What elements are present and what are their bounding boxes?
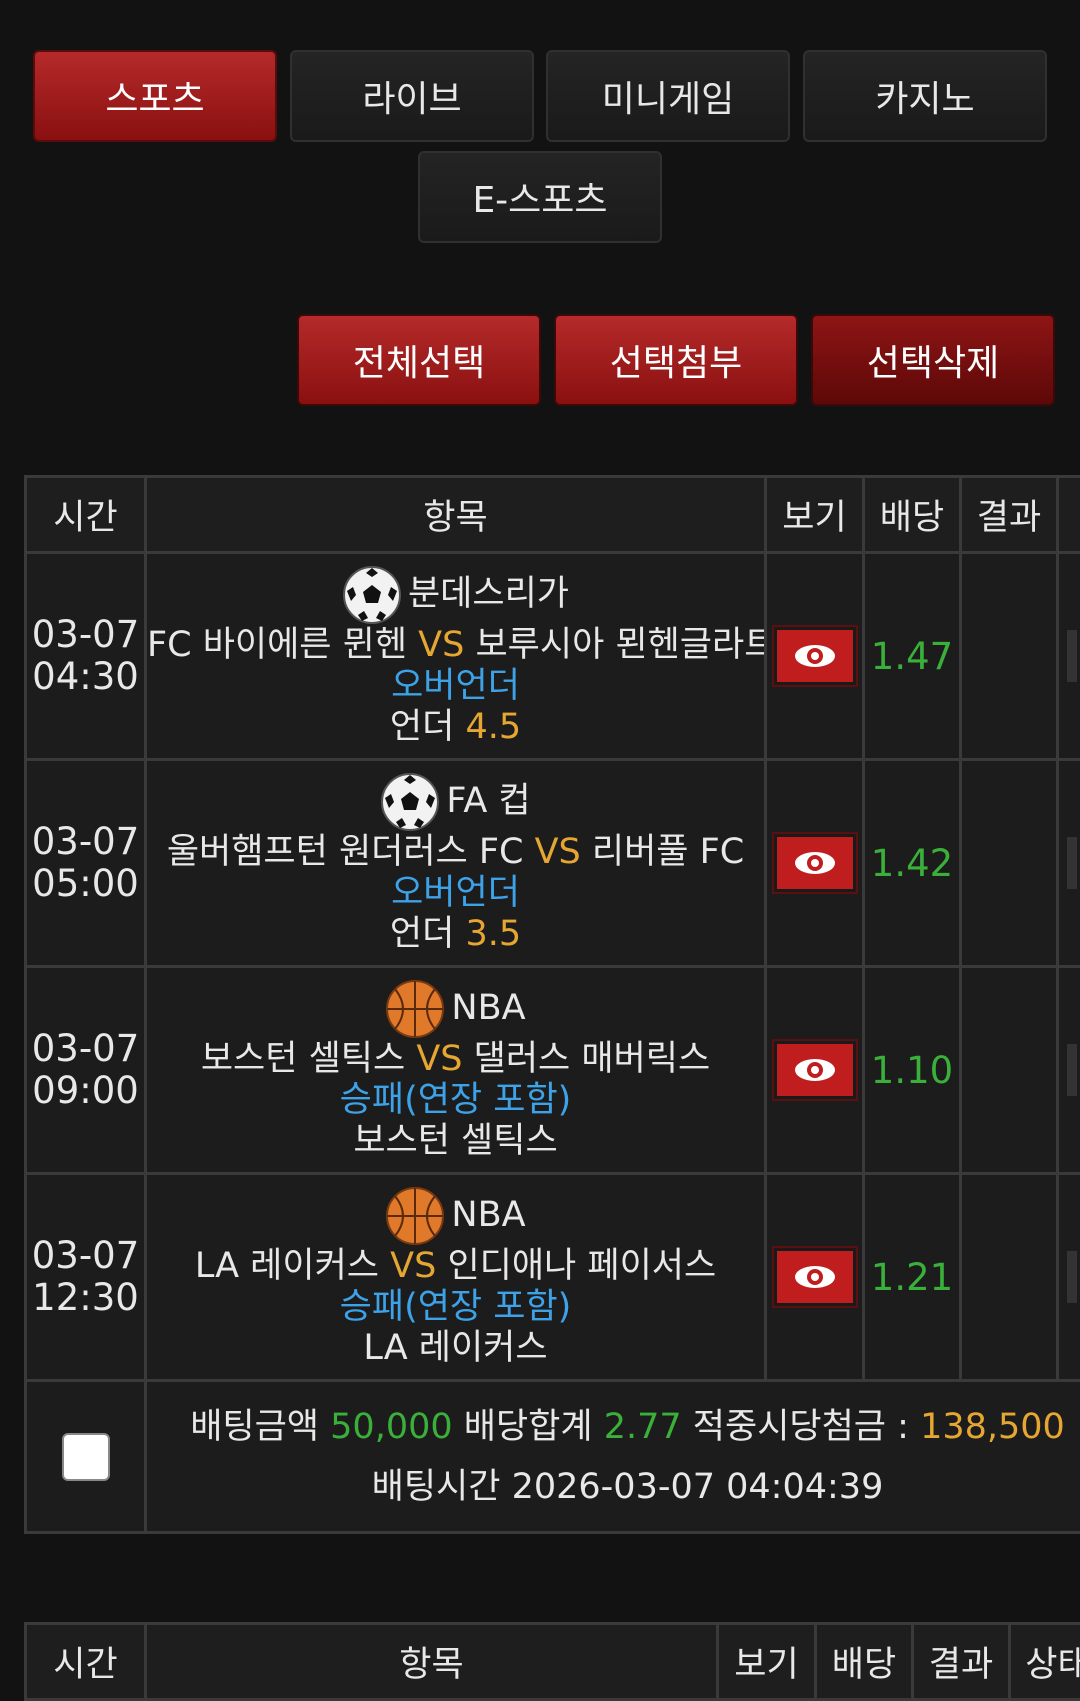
header-item: 항목 — [146, 1624, 718, 1700]
match-date: 03-07 — [27, 1028, 144, 1070]
tab-live[interactable]: 라이브 — [290, 50, 534, 142]
odds-cell: 1.21 — [864, 1174, 961, 1381]
match-teams: LA 레이커스 VS 인디애나 페이서스 — [147, 1246, 764, 1287]
item-cell: NBA LA 레이커스 VS 인디애나 페이서스 승패(연장 포함) LA 레이… — [146, 1174, 766, 1381]
match-time: 05:00 — [27, 863, 144, 905]
view-button[interactable] — [774, 1248, 856, 1306]
result-cell — [961, 967, 1058, 1174]
result-cell — [961, 1174, 1058, 1381]
view-cell — [766, 1174, 864, 1381]
extra-cell — [1058, 967, 1080, 1174]
pick: LA 레이커스 — [147, 1328, 764, 1369]
soccer-ball-icon — [380, 772, 440, 832]
match-time: 12:30 — [27, 1277, 144, 1319]
league-name: NBA — [451, 1195, 525, 1236]
header-result: 결과 — [961, 477, 1058, 553]
header-view: 보기 — [766, 477, 864, 553]
summary-cell: 배팅금액 50,000 배당합계 2.77 적중시당첨금 : 138,500 배… — [146, 1381, 1080, 1533]
tab-casino[interactable]: 카지노 — [803, 50, 1047, 142]
market-type: 오버언더 — [147, 666, 764, 707]
view-button[interactable] — [774, 834, 856, 892]
match-date: 03-07 — [27, 614, 144, 656]
table-row: 03-07 09:00 NBA 보스턴 셀틱스 VS 댈러스 매버릭스 승패(연… — [26, 967, 1080, 1174]
pick: 언더 3.5 — [147, 914, 764, 955]
match-date: 03-07 — [27, 821, 144, 863]
view-cell — [766, 760, 864, 967]
bet-time: 2026-03-07 04:04:39 — [512, 1467, 884, 1507]
match-teams: FC 바이에른 뮌헨 VS 보루시아 묀헨글라트 — [147, 625, 764, 666]
select-all-button[interactable]: 전체선택 — [297, 314, 541, 406]
view-cell — [766, 553, 864, 760]
odds-cell: 1.10 — [864, 967, 961, 1174]
league-name: 분데스리가 — [408, 574, 569, 615]
table-row: 03-07 05:00 FA 컵 울버햄프턴 원더러스 FC VS 리버풀 FC… — [26, 760, 1080, 967]
eye-icon — [793, 849, 837, 877]
table-header-row: 시간 항목 보기 배당 결과 상태 — [26, 1624, 1080, 1700]
league-name: FA 컵 — [446, 781, 530, 822]
header-view: 보기 — [718, 1624, 816, 1700]
match-time: 04:30 — [27, 656, 144, 698]
header-status: 상태 — [1010, 1624, 1080, 1700]
market-type: 오버언더 — [147, 873, 764, 914]
table-row: 03-07 12:30 NBA LA 레이커스 VS 인디애나 페이서스 승패(… — [26, 1174, 1080, 1381]
time-cell: 03-07 05:00 — [26, 760, 146, 967]
extra-cell — [1058, 1174, 1080, 1381]
bet-time-line: 배팅시간 2026-03-07 04:04:39 — [147, 1457, 1080, 1517]
result-cell — [961, 553, 1058, 760]
time-cell: 03-07 12:30 — [26, 1174, 146, 1381]
attach-selected-button[interactable]: 선택첨부 — [554, 314, 798, 406]
tab-minigame[interactable]: 미니게임 — [546, 50, 790, 142]
header-time: 시간 — [26, 477, 146, 553]
match-date: 03-07 — [27, 1235, 144, 1277]
delete-selected-button[interactable]: 선택삭제 — [811, 314, 1055, 406]
time-cell: 03-07 04:30 — [26, 553, 146, 760]
odds-total: 2.77 — [604, 1407, 682, 1447]
market-type: 승패(연장 포함) — [147, 1287, 764, 1328]
league-name: NBA — [451, 988, 525, 1029]
select-checkbox[interactable] — [62, 1433, 110, 1481]
bet-slip-table-2: 시간 항목 보기 배당 결과 상태 — [24, 1622, 1080, 1701]
header-extra — [1058, 477, 1080, 553]
header-odds: 배당 — [816, 1624, 913, 1700]
table-header-row: 시간 항목 보기 배당 결과 — [26, 477, 1080, 553]
match-teams: 보스턴 셀틱스 VS 댈러스 매버릭스 — [147, 1039, 764, 1080]
bet-amount: 50,000 — [330, 1407, 452, 1447]
header-item: 항목 — [146, 477, 766, 553]
odds-cell: 1.47 — [864, 553, 961, 760]
item-cell: FA 컵 울버햄프턴 원더러스 FC VS 리버풀 FC 오버언더 언더 3.5 — [146, 760, 766, 967]
header-time: 시간 — [26, 1624, 146, 1700]
bet-slip-table: 시간 항목 보기 배당 결과 03-07 04:30 분데스리가 — [24, 475, 1080, 1534]
eye-icon — [793, 1263, 837, 1291]
basketball-icon — [385, 1186, 445, 1246]
market-type: 승패(연장 포함) — [147, 1080, 764, 1121]
basketball-icon — [385, 979, 445, 1039]
view-cell — [766, 967, 864, 1174]
header-odds: 배당 — [864, 477, 961, 553]
result-cell — [961, 760, 1058, 967]
tab-sports[interactable]: 스포츠 — [33, 50, 277, 142]
pick: 언더 4.5 — [147, 707, 764, 748]
odds-cell: 1.42 — [864, 760, 961, 967]
item-cell: NBA 보스턴 셀틱스 VS 댈러스 매버릭스 승패(연장 포함) 보스턴 셀틱… — [146, 967, 766, 1174]
table-row: 03-07 04:30 분데스리가 FC 바이에른 뮌헨 VS 보루시아 묀헨글… — [26, 553, 1080, 760]
pick: 보스턴 셀틱스 — [147, 1121, 764, 1162]
match-teams: 울버햄프턴 원더러스 FC VS 리버풀 FC — [147, 832, 764, 873]
eye-icon — [793, 1056, 837, 1084]
bet-summary-line: 배팅금액 50,000 배당합계 2.77 적중시당첨금 : 138,500 — [147, 1397, 1080, 1457]
header-result: 결과 — [913, 1624, 1010, 1700]
eye-icon — [793, 642, 837, 670]
summary-row: 배팅금액 50,000 배당합계 2.77 적중시당첨금 : 138,500 배… — [26, 1381, 1080, 1533]
checkbox-cell — [26, 1381, 146, 1533]
payout: 138,500 — [920, 1407, 1065, 1447]
time-cell: 03-07 09:00 — [26, 967, 146, 1174]
match-time: 09:00 — [27, 1070, 144, 1112]
item-cell: 분데스리가 FC 바이에른 뮌헨 VS 보루시아 묀헨글라트 오버언더 언더 4… — [146, 553, 766, 760]
soccer-ball-icon — [342, 565, 402, 625]
view-button[interactable] — [774, 627, 856, 685]
tab-esports[interactable]: E-스포츠 — [418, 151, 662, 243]
extra-cell — [1058, 553, 1080, 760]
view-button[interactable] — [774, 1041, 856, 1099]
extra-cell — [1058, 760, 1080, 967]
